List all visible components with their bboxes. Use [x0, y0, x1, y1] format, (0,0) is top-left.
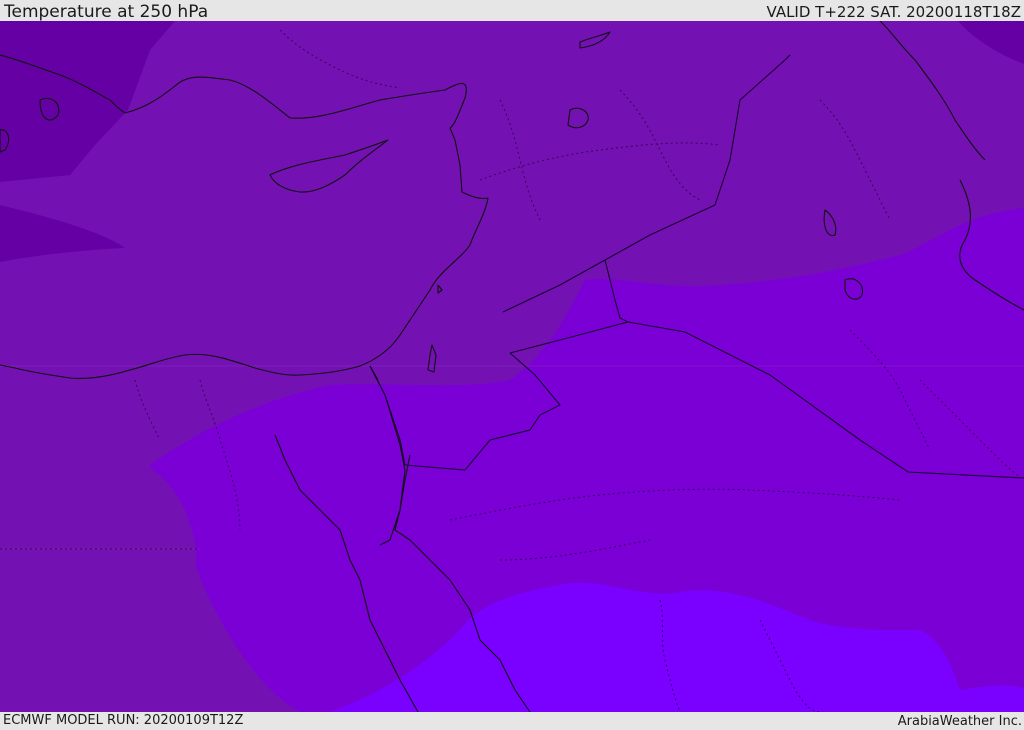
footer-bar: ECMWF MODEL RUN: 20200109T12Z ArabiaWeat…: [0, 712, 1024, 729]
map-canvas: [0, 21, 1024, 712]
model-run: ECMWF MODEL RUN: 20200109T12Z: [3, 713, 244, 728]
map-title: Temperature at 250 hPa: [4, 2, 209, 22]
valid-time: VALID T+222 SAT. 20200118T18Z: [766, 3, 1021, 21]
header-bar: Temperature at 250 hPa VALID T+222 SAT. …: [0, 0, 1024, 22]
weather-map: [0, 21, 1024, 712]
credit-text: ArabiaWeather Inc.: [897, 714, 1022, 729]
